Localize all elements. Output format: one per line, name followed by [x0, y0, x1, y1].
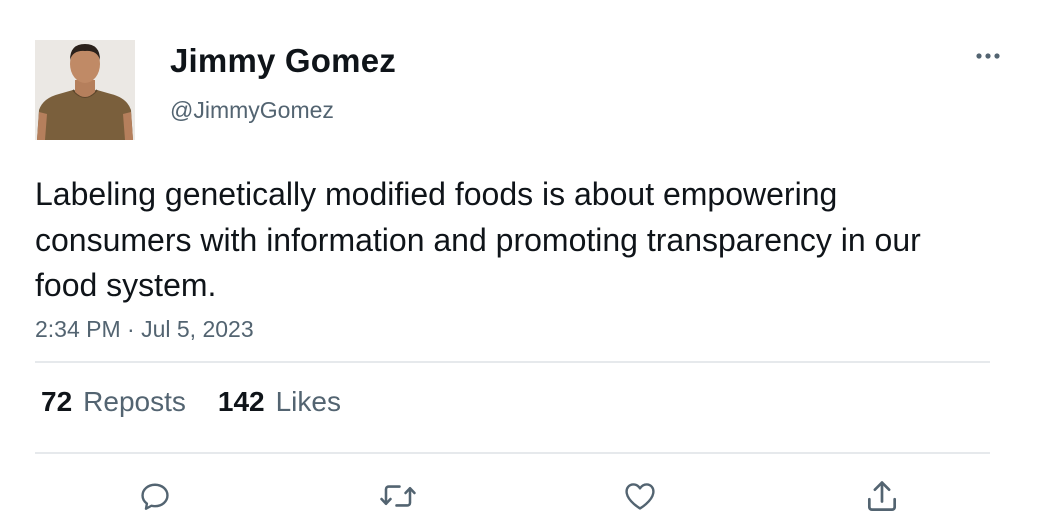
likes-count: 142	[217, 386, 265, 417]
avatar[interactable]	[35, 40, 135, 140]
author-handle[interactable]: @JimmyGomez	[170, 97, 334, 124]
divider	[35, 361, 990, 363]
reposts-label: Reposts	[83, 386, 186, 417]
tweet-text: Labeling genetically modified foods is a…	[35, 176, 921, 303]
reply-icon	[141, 483, 169, 510]
avatar-image	[35, 40, 135, 140]
heart-icon	[625, 483, 655, 510]
like-button[interactable]	[618, 474, 662, 518]
reposts-count: 72	[41, 386, 73, 417]
author-name[interactable]: Jimmy Gomez	[170, 42, 396, 80]
tweet-timestamp[interactable]: 2:34 PM · Jul 5, 2023	[35, 316, 254, 343]
repost-icon	[380, 485, 416, 507]
divider	[35, 452, 990, 454]
likes-label: Likes	[275, 386, 341, 417]
share-button[interactable]	[860, 474, 904, 518]
reposts-stat[interactable]: 72 Reposts	[41, 386, 186, 418]
more-options-button[interactable]	[968, 38, 1008, 74]
reply-button[interactable]	[133, 474, 177, 518]
more-horizontal-icon	[976, 53, 1000, 59]
share-icon	[867, 481, 897, 511]
tweet-stats: 72 Reposts 142 Likes	[41, 386, 341, 418]
repost-button[interactable]	[376, 474, 420, 518]
likes-stat[interactable]: 142 Likes	[218, 386, 341, 418]
